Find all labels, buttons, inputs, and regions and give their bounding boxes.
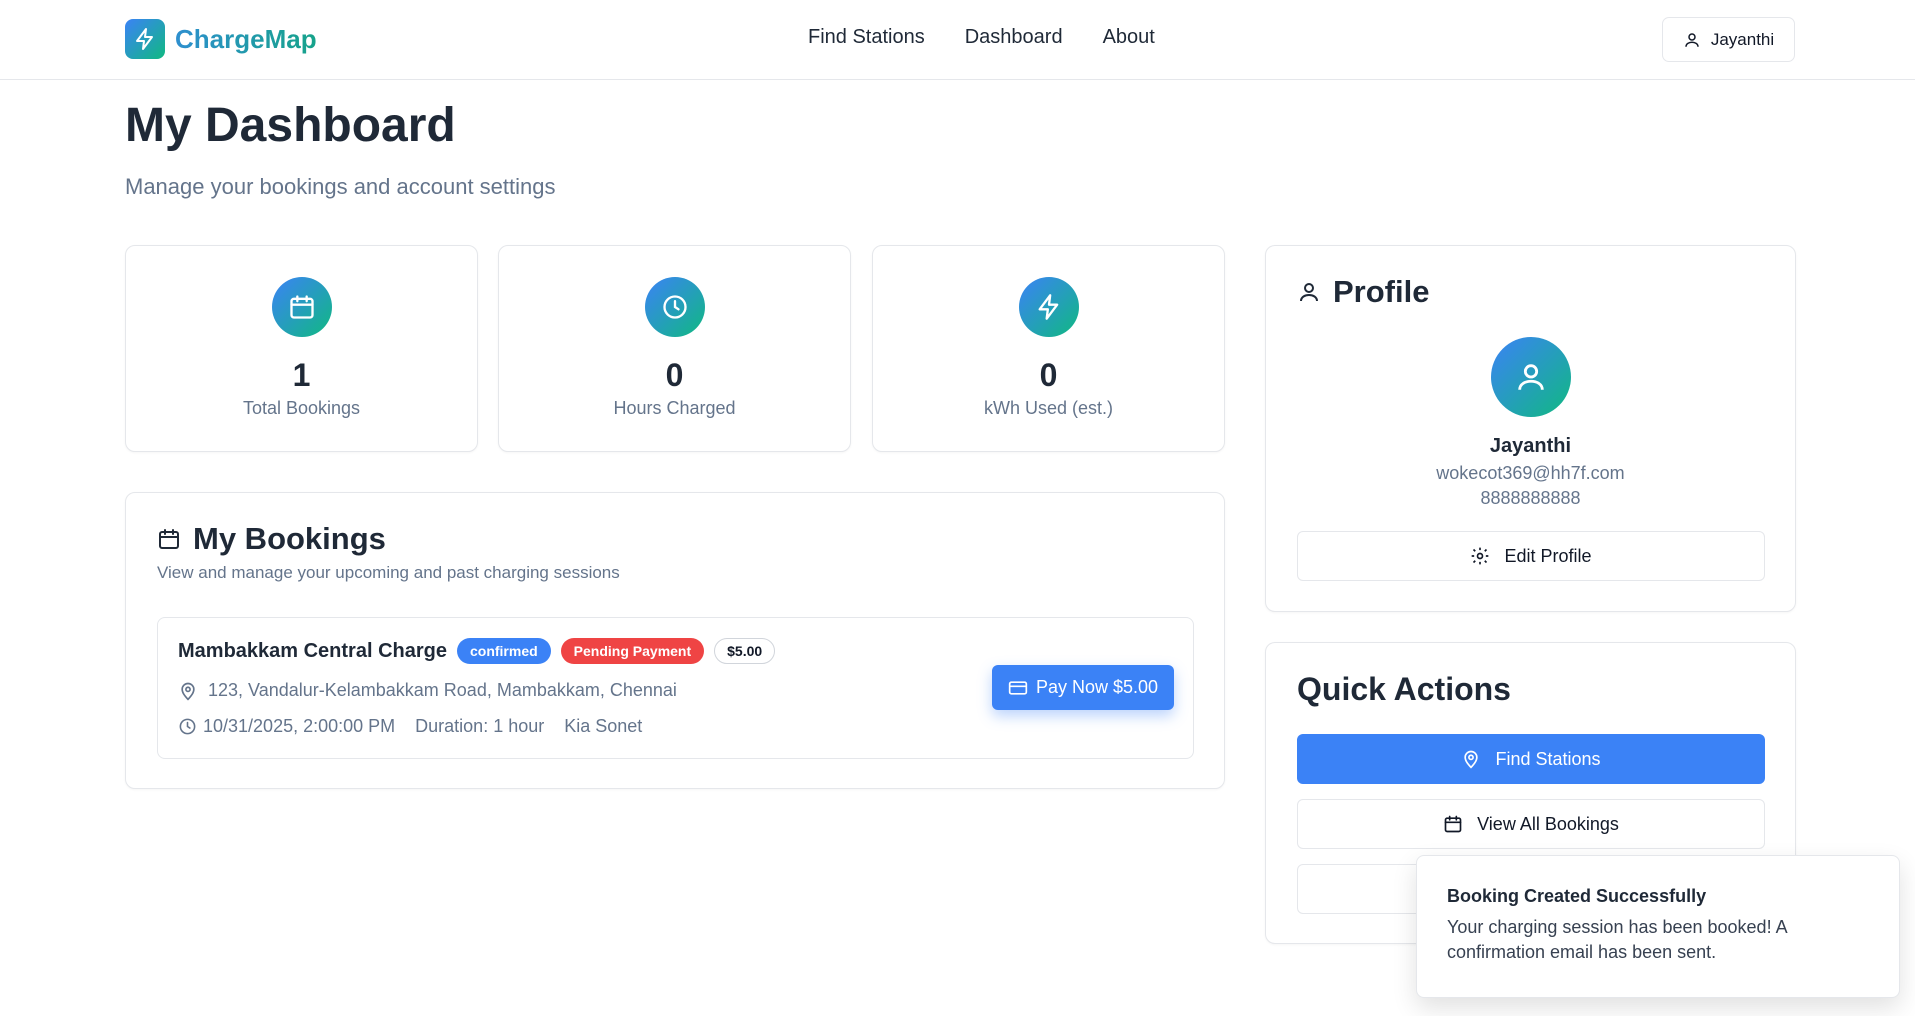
lightning-icon <box>1018 277 1079 337</box>
bookings-title: My Bookings <box>193 521 386 556</box>
toast-title: Booking Created Successfully <box>1447 886 1707 906</box>
lightning-icon <box>125 19 165 59</box>
top-navbar: ChargeMap Find Stations Dashboard About … <box>0 0 1915 80</box>
nav-about[interactable]: About <box>1103 26 1155 49</box>
view-all-bookings-button[interactable]: View All Bookings <box>1297 799 1765 849</box>
gear-icon <box>1470 546 1490 566</box>
avatar <box>1491 337 1571 417</box>
pay-now-label: Pay Now $5.00 <box>1035 677 1159 697</box>
map-pin-icon <box>1461 749 1481 769</box>
profile-card: Profile Jayanthi wokecot369@hh7f.com 888… <box>1265 245 1796 612</box>
user-menu-name: Jayanthi <box>1710 29 1775 49</box>
clock-icon <box>644 277 705 337</box>
booking-vehicle: Kia Sonet <box>564 716 643 736</box>
booking-datetime: 10/31/2025, 2:00:00 PM <box>203 716 396 736</box>
page-title: My Dashboard <box>125 99 456 152</box>
booking-datetime-group: 10/31/2025, 2:00:00 PM <box>178 716 395 737</box>
credit-card-icon <box>1008 678 1028 698</box>
edit-profile-label: Edit Profile <box>1504 545 1592 566</box>
main-nav: Find Stations Dashboard About <box>808 26 1155 49</box>
profile-heading: Profile <box>1297 274 1429 310</box>
stat-value: 0 <box>665 357 684 393</box>
user-menu-button[interactable]: Jayanthi <box>1662 17 1795 62</box>
booking-meta-row: 10/31/2025, 2:00:00 PM Duration: 1 hour … <box>178 716 642 737</box>
price-badge: $5.00 <box>714 638 776 664</box>
profile-title: Profile <box>1333 274 1430 309</box>
user-icon <box>1297 280 1321 304</box>
status-badge: confirmed <box>456 638 551 664</box>
quick-actions-title: Quick Actions <box>1297 671 1511 707</box>
view-all-bookings-label: View All Bookings <box>1477 813 1619 834</box>
nav-dashboard[interactable]: Dashboard <box>965 26 1063 49</box>
payment-status-badge: Pending Payment <box>560 638 705 664</box>
bookings-heading: My Bookings <box>157 521 386 557</box>
user-icon <box>1683 31 1701 49</box>
brand-name: ChargeMap <box>175 23 317 54</box>
stat-label: Total Bookings <box>242 398 361 418</box>
calendar-icon <box>271 277 332 337</box>
page-subtitle: Manage your bookings and account setting… <box>125 174 556 199</box>
stat-card-hours-charged: 0 Hours Charged <box>498 245 851 452</box>
booking-address: 123, Vandalur-Kelambakkam Road, Mambakka… <box>208 680 677 700</box>
find-stations-button[interactable]: Find Stations <box>1297 734 1765 784</box>
stat-card-total-bookings: 1 Total Bookings <box>125 245 478 452</box>
booking-header: Mambakkam Central Charge confirmed Pendi… <box>178 638 776 664</box>
stat-label: Hours Charged <box>613 398 736 418</box>
booking-station-name: Mambakkam Central Charge <box>178 639 447 662</box>
find-stations-label: Find Stations <box>1495 748 1601 769</box>
stat-label: kWh Used (est.) <box>983 398 1114 418</box>
booking-address-row: 123, Vandalur-Kelambakkam Road, Mambakka… <box>178 680 677 701</box>
brand-logo[interactable]: ChargeMap <box>125 19 317 59</box>
booking-item[interactable]: Mambakkam Central Charge confirmed Pendi… <box>157 617 1194 759</box>
clock-icon <box>178 717 197 736</box>
edit-profile-button[interactable]: Edit Profile <box>1297 531 1765 581</box>
toast-message: Your charging session has been booked! A… <box>1447 917 1787 962</box>
booking-duration: Duration: 1 hour <box>415 716 545 736</box>
toast-notification[interactable]: Booking Created Successfully Your chargi… <box>1416 855 1900 998</box>
profile-phone: 8888888888 <box>1480 488 1581 508</box>
calendar-icon <box>157 527 181 551</box>
map-pin-icon <box>178 681 198 701</box>
profile-email: wokecot369@hh7f.com <box>1436 463 1625 483</box>
profile-name: Jayanthi <box>1489 435 1572 457</box>
nav-find-stations[interactable]: Find Stations <box>808 26 925 49</box>
calendar-icon <box>1443 814 1463 834</box>
stat-value: 0 <box>1039 357 1058 393</box>
bookings-description: View and manage your upcoming and past c… <box>157 563 620 582</box>
stat-value: 1 <box>292 357 311 393</box>
pay-now-button[interactable]: Pay Now $5.00 <box>992 665 1174 710</box>
stat-card-kwh-used: 0 kWh Used (est.) <box>872 245 1225 452</box>
bookings-card: My Bookings View and manage your upcomin… <box>125 492 1225 789</box>
